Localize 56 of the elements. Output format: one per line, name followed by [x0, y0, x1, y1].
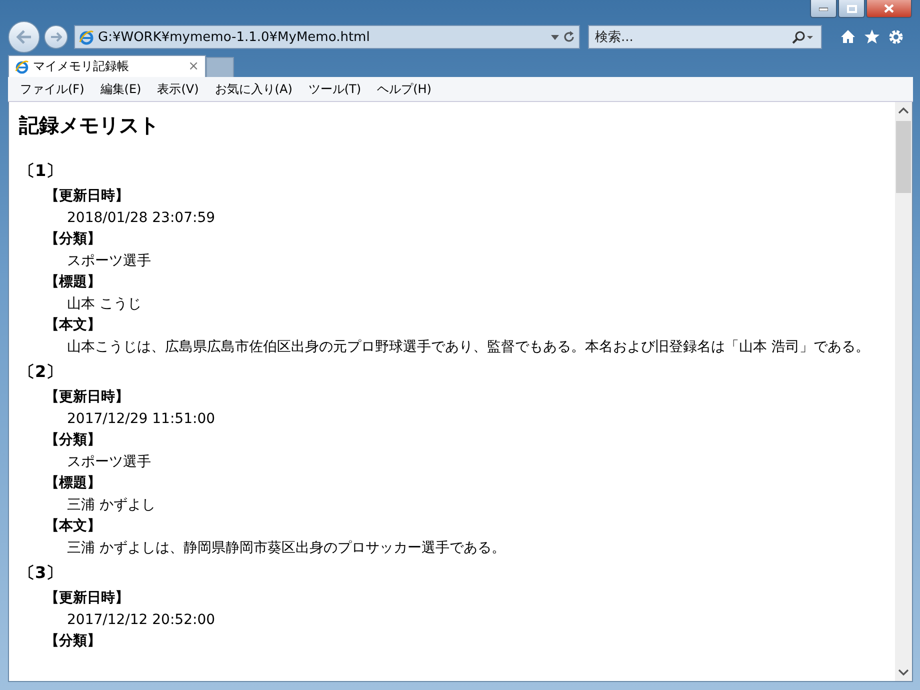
scrollbar[interactable] [895, 102, 912, 681]
star-icon[interactable] [864, 29, 880, 44]
close-button[interactable] [866, 0, 912, 18]
refresh-icon [563, 31, 575, 43]
field-label: 【標題】 [45, 273, 102, 292]
tab-title: マイメモリ記録帳 [33, 58, 130, 75]
field-value: 山本こうじは、広島県広島市佐伯区出身の元プロ野球選手であり、監督でもある。本名および旧登録名は「山本 浩司」である。 [67, 338, 870, 357]
field-label: 【分類】 [45, 632, 102, 651]
field-label: 【更新日時】 [45, 388, 130, 407]
page-heading: 記録メモリスト [19, 112, 160, 139]
field-label: 【本文】 [45, 517, 102, 536]
search-icon [792, 31, 814, 44]
field-value: 三浦 かずよし [67, 496, 156, 515]
scrollbar-thumb[interactable] [896, 121, 911, 193]
search-field[interactable]: 検索... [588, 25, 822, 49]
memo-number: 〔2〕 [19, 362, 64, 383]
tab-close-button[interactable]: × [188, 59, 199, 74]
field-value: スポーツ選手 [67, 453, 152, 472]
maximize-icon [846, 4, 856, 12]
menu-item[interactable]: 編集(E) [92, 78, 150, 100]
field-label: 【標題】 [45, 474, 102, 493]
memo-number: 〔3〕 [19, 563, 64, 584]
forward-button[interactable] [44, 25, 68, 49]
menu-item[interactable]: ヘルプ(H) [369, 78, 440, 100]
field-value: 2017/12/12 20:52:00 [67, 611, 216, 630]
minimize-button[interactable] [810, 0, 837, 18]
home-icon[interactable] [840, 29, 856, 44]
field-label: 【分類】 [45, 431, 102, 450]
field-value: 山本 こうじ [67, 295, 142, 314]
menu-item[interactable]: 表示(V) [149, 78, 207, 100]
back-arrow-icon [16, 30, 32, 44]
menu-item[interactable]: ファイル(F) [12, 78, 92, 100]
field-label: 【本文】 [45, 316, 102, 335]
field-value: スポーツ選手 [67, 252, 152, 271]
browser-logo-icon [79, 30, 94, 44]
settings-icon[interactable] [888, 29, 904, 45]
field-value: 2017/12/29 11:51:00 [67, 410, 216, 429]
minimize-icon [819, 6, 828, 10]
scroll-up-icon[interactable] [898, 107, 909, 114]
browser-logo-icon [15, 60, 29, 74]
maximize-button[interactable] [838, 0, 865, 18]
menu-item[interactable]: ツール(T) [300, 78, 370, 100]
close-icon [884, 4, 894, 13]
scroll-down-icon[interactable] [898, 669, 909, 676]
memo-number: 〔1〕 [19, 161, 64, 182]
forward-arrow-icon [50, 32, 62, 42]
back-button[interactable] [8, 21, 40, 53]
field-label: 【分類】 [45, 230, 102, 249]
field-label: 【更新日時】 [45, 588, 130, 608]
field-value: 三浦 かずよしは、静岡県静岡市葵区出身のプロサッカー選手である。 [67, 539, 506, 558]
field-value: 2018/01/28 23:07:59 [67, 209, 216, 228]
address-field[interactable]: G:¥WORK¥mymemo-1.1.0¥MyMemo.html [74, 25, 580, 49]
browser-tab[interactable]: マイメモリ記録帳 × [8, 55, 206, 77]
field-label: 【更新日時】 [45, 186, 130, 206]
menu-item[interactable]: お気に入り(A) [206, 78, 300, 100]
dropdown-icon [551, 34, 559, 40]
